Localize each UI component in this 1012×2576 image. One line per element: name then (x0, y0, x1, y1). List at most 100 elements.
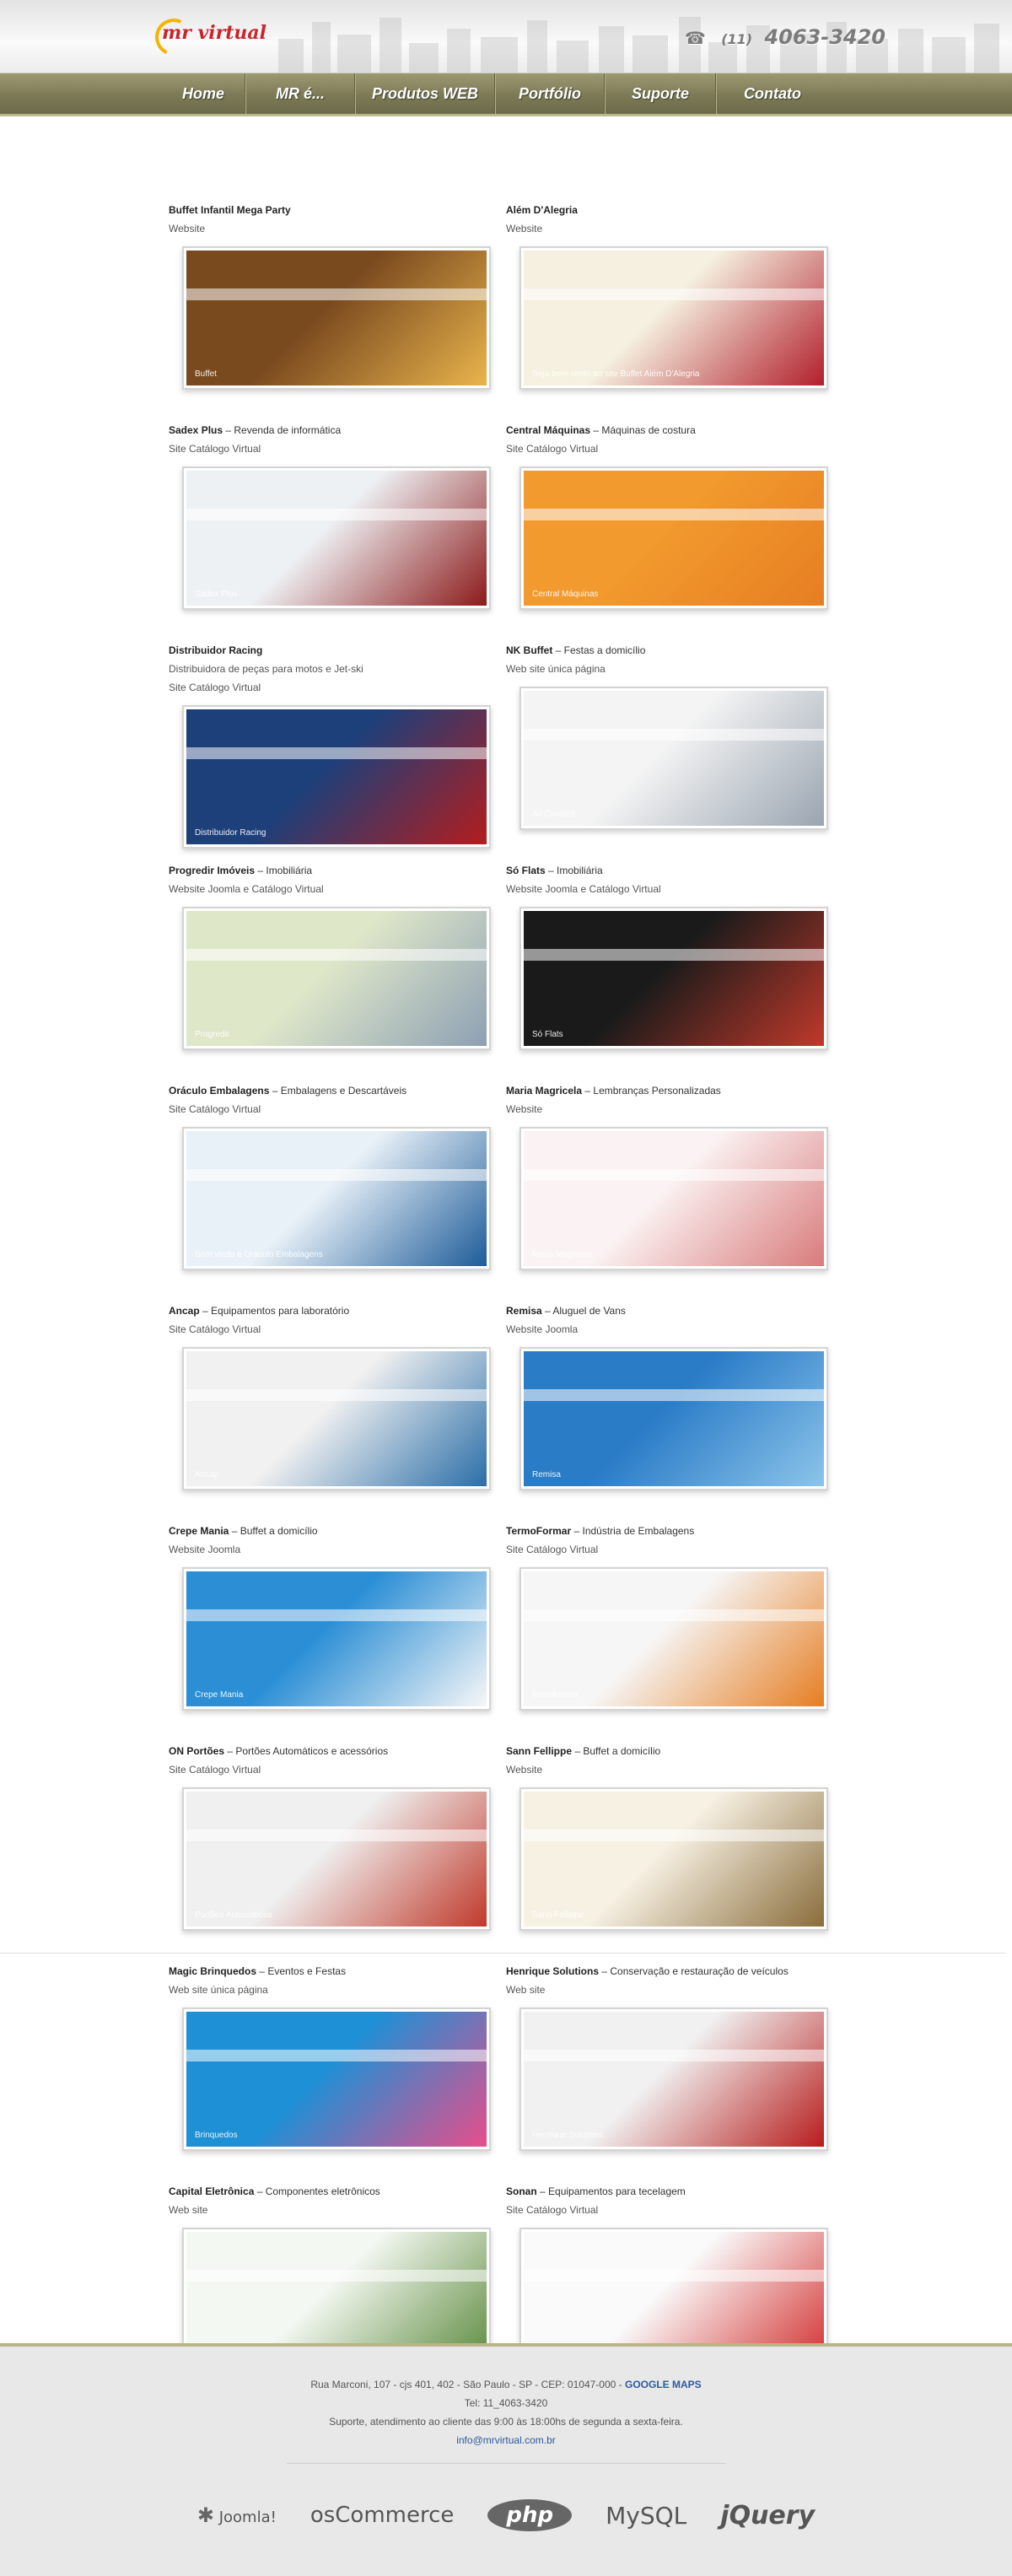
screenshot-caption: Progredir (195, 1030, 230, 1039)
title-separator: – (590, 424, 602, 436)
footer-email-link[interactable]: info@mrvirtual.com.br (456, 2434, 556, 2446)
city-skyline-image (278, 17, 999, 73)
php-logo: php (487, 2499, 573, 2531)
portfolio-screenshot-thumbnail[interactable]: Henrique Solutions (519, 2007, 828, 2151)
portfolio-screenshot-thumbnail[interactable]: Progredir (182, 907, 491, 1050)
portfolio-screenshot-thumbnail[interactable]: Crepe Mania (182, 1567, 491, 1711)
portfolio-screenshot-thumbnail[interactable]: Seja bem-vindo ao site Buffet Além D'Ale… (519, 246, 828, 390)
title-separator: – (224, 1745, 236, 1757)
title-separator: – (229, 1525, 240, 1537)
screenshot-image: Sann Fellippe (524, 1792, 824, 1927)
portfolio-row: Buffet Infantil Mega Party Website Buffet A… (169, 201, 843, 421)
nav-portfolio[interactable]: Portfólio (495, 73, 605, 114)
project-type: Website (506, 1764, 543, 1776)
screenshot-image: Henrique Solutions (524, 2012, 824, 2147)
project-type: Web site (169, 2204, 208, 2216)
portfolio-screenshot-thumbnail[interactable]: Portões Automáticos (182, 1787, 491, 1931)
screenshot-menu-bar (186, 2269, 487, 2282)
screenshot-caption: Remisa (532, 1470, 561, 1479)
footer-support-hours: Suporte, atendimento ao cliente das 9:00… (329, 2416, 683, 2428)
portfolio-item: Sann Fellippe – Buffet a domicílio Websit… (506, 1742, 843, 1962)
screenshot-image: Central Máquinas (524, 471, 824, 606)
project-type: Site Catálogo Virtual (506, 443, 599, 455)
portfolio-screenshot-thumbnail[interactable]: Central Máquinas (519, 466, 828, 610)
title-separator: – (254, 2185, 266, 2197)
portfolio-row: Distribuidor Racing Distribuidora de peça… (169, 641, 843, 861)
project-type: Site Catálogo Virtual (169, 682, 261, 693)
portfolio-screenshot-thumbnail[interactable]: Bem vindo a Oráculo Embalagens (182, 1127, 491, 1270)
portfolio-row: Oráculo Embalagens – Embalagens e Descar… (169, 1081, 843, 1301)
portfolio-screenshot-thumbnail[interactable]: Sadex Plus (182, 466, 491, 610)
screenshot-caption: termoformar (532, 1690, 579, 1700)
portfolio-screenshot-thumbnail[interactable]: Sann Fellippe (519, 1787, 828, 1931)
portfolio-screenshot-thumbnail[interactable]: AJ Contábil (519, 687, 828, 830)
client-category: Eventos e Festas (267, 1965, 347, 1977)
screenshot-menu-bar (186, 1388, 487, 1401)
portfolio-item: TermoFormar – Indústria de Embalagens Sit… (506, 1522, 843, 1742)
screenshot-menu-bar (524, 288, 824, 300)
portfolio-item: Progredir Imóveis – Imobiliária Website J… (169, 861, 506, 1081)
phone-number: 4063-3420 (764, 25, 886, 49)
nav-contato[interactable]: Contato (716, 73, 828, 114)
main-nav: Home MR é... Produtos WEB Portfólio Supo… (0, 73, 1012, 116)
portfolio-item-title: NK Buffet – Festas a domicílio (506, 641, 843, 660)
project-type: Site Catálogo Virtual (169, 1103, 261, 1115)
client-category: Componentes eletrônicos (265, 2185, 380, 2197)
screenshot-image: Progredir (186, 911, 487, 1046)
portfolio-item: Henrique Solutions – Conservação e resta… (506, 1962, 843, 2182)
portfolio-row: Progredir Imóveis – Imobiliária Website J… (169, 861, 843, 1081)
portfolio-screenshot-thumbnail[interactable]: Remisa (519, 1347, 828, 1490)
portfolio-item-title: Distribuidor Racing (169, 641, 506, 660)
project-type: Site Catálogo Virtual (169, 443, 261, 455)
project-type: Site Catálogo Virtual (169, 1764, 261, 1776)
nav-produtos-web[interactable]: Produtos WEB (355, 73, 495, 114)
portfolio-item: ON Portões – Portões Automáticos e acess… (169, 1742, 506, 1962)
portfolio-item: Magic Brinquedos – Eventos e Festas Web s… (169, 1962, 506, 2182)
client-name: Remisa (506, 1305, 542, 1317)
google-maps-link[interactable]: GOOGLE MAPS (625, 2379, 702, 2390)
screenshot-image: Crepe Mania (186, 1571, 487, 1706)
portfolio-item-title: Além D'Alegria (506, 201, 843, 219)
client-name: ON Portões (169, 1745, 225, 1757)
screenshot-menu-bar (186, 2049, 487, 2061)
portfolio-screenshot-thumbnail[interactable]: Maria Magricela (519, 1127, 828, 1270)
screenshot-caption: Buffet (195, 369, 217, 379)
screenshot-caption: AJ Contábil (532, 810, 576, 819)
screenshot-image: Buffet (186, 251, 487, 385)
screenshot-menu-bar (524, 1609, 824, 1621)
client-category: Indústria de Embalagens (582, 1525, 695, 1537)
project-type: Web site única página (169, 1984, 268, 1996)
footer-address: Rua Marconi, 107 - cjs 401, 402 - São Pa… (310, 2379, 625, 2390)
portfolio-item: Oráculo Embalagens – Embalagens e Descar… (169, 1081, 506, 1301)
project-type: Website (169, 223, 206, 234)
site-footer: Rua Marconi, 107 - cjs 401, 402 - São Pa… (0, 2343, 1012, 2576)
client-category: Lembranças Personalizadas (593, 1085, 721, 1097)
screenshot-image: Distribuidor Racing (186, 709, 487, 844)
portfolio-screenshot-thumbnail[interactable]: Buffet (182, 246, 491, 390)
portfolio-screenshot-thumbnail[interactable]: Distribuidor Racing (182, 705, 491, 849)
portfolio-screenshot-thumbnail[interactable]: Ancap (182, 1347, 491, 1490)
title-separator: – (269, 1085, 281, 1097)
portfolio-item: NK Buffet – Festas a domicílio Web site ú… (506, 641, 843, 861)
screenshot-caption: Portões Automáticos (195, 1910, 272, 1920)
nav-suporte[interactable]: Suporte (605, 73, 716, 114)
nav-mr-e[interactable]: MR é... (245, 73, 355, 114)
screenshot-image: Sadex Plus (186, 471, 487, 606)
joomla-text: Joomla! (218, 2509, 277, 2526)
nav-home[interactable]: Home (162, 73, 245, 114)
portfolio-screenshot-thumbnail[interactable]: termoformar (519, 1567, 828, 1711)
project-type: Web site (506, 1984, 546, 1996)
client-name: Progredir Imóveis (169, 865, 256, 876)
project-type: Site Catálogo Virtual (506, 2204, 599, 2216)
screenshot-caption: Seja bem-vindo ao site Buffet Além D'Ale… (532, 369, 700, 379)
client-name: Sann Fellippe (506, 1745, 573, 1757)
screenshot-menu-bar (524, 508, 824, 520)
portfolio-item-title: Sonan – Equipamentos para tecelagem (506, 2182, 843, 2201)
portfolio-item: Só Flats – Imobiliária Website Joomla e C… (506, 861, 843, 1081)
screenshot-image: Maria Magricela (524, 1131, 824, 1266)
portfolio-screenshot-thumbnail[interactable]: Só Flats (519, 907, 828, 1050)
title-separator: – (552, 644, 564, 656)
mr-virtual-logo[interactable]: mr virtual (149, 13, 266, 62)
portfolio-screenshot-thumbnail[interactable]: Brinquedos (182, 2007, 491, 2151)
portfolio-item: Sadex Plus – Revenda de informática Site … (169, 421, 506, 641)
